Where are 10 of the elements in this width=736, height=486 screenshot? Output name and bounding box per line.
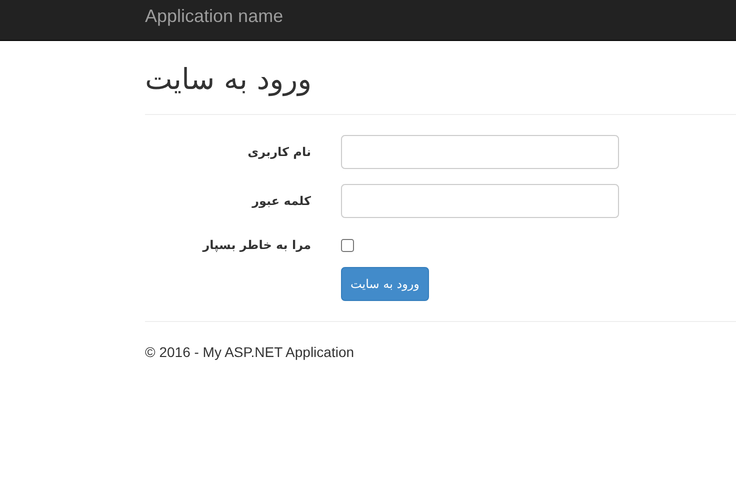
login-button[interactable]: ورود به سایت xyxy=(341,267,429,301)
footer-text: © 2016 - My ASP.NET Application xyxy=(145,344,356,360)
remember-checkbox[interactable] xyxy=(341,238,354,252)
brand-link[interactable]: Application name xyxy=(145,6,284,27)
password-field[interactable] xyxy=(341,184,619,218)
field-label: کلمه عبور xyxy=(250,194,311,208)
page-title: ورود به سایت xyxy=(145,62,313,98)
field-label: نام کاربری xyxy=(246,145,311,159)
username-field[interactable] xyxy=(341,135,619,169)
field-label: مرا به خاطر بسپار xyxy=(201,238,311,252)
